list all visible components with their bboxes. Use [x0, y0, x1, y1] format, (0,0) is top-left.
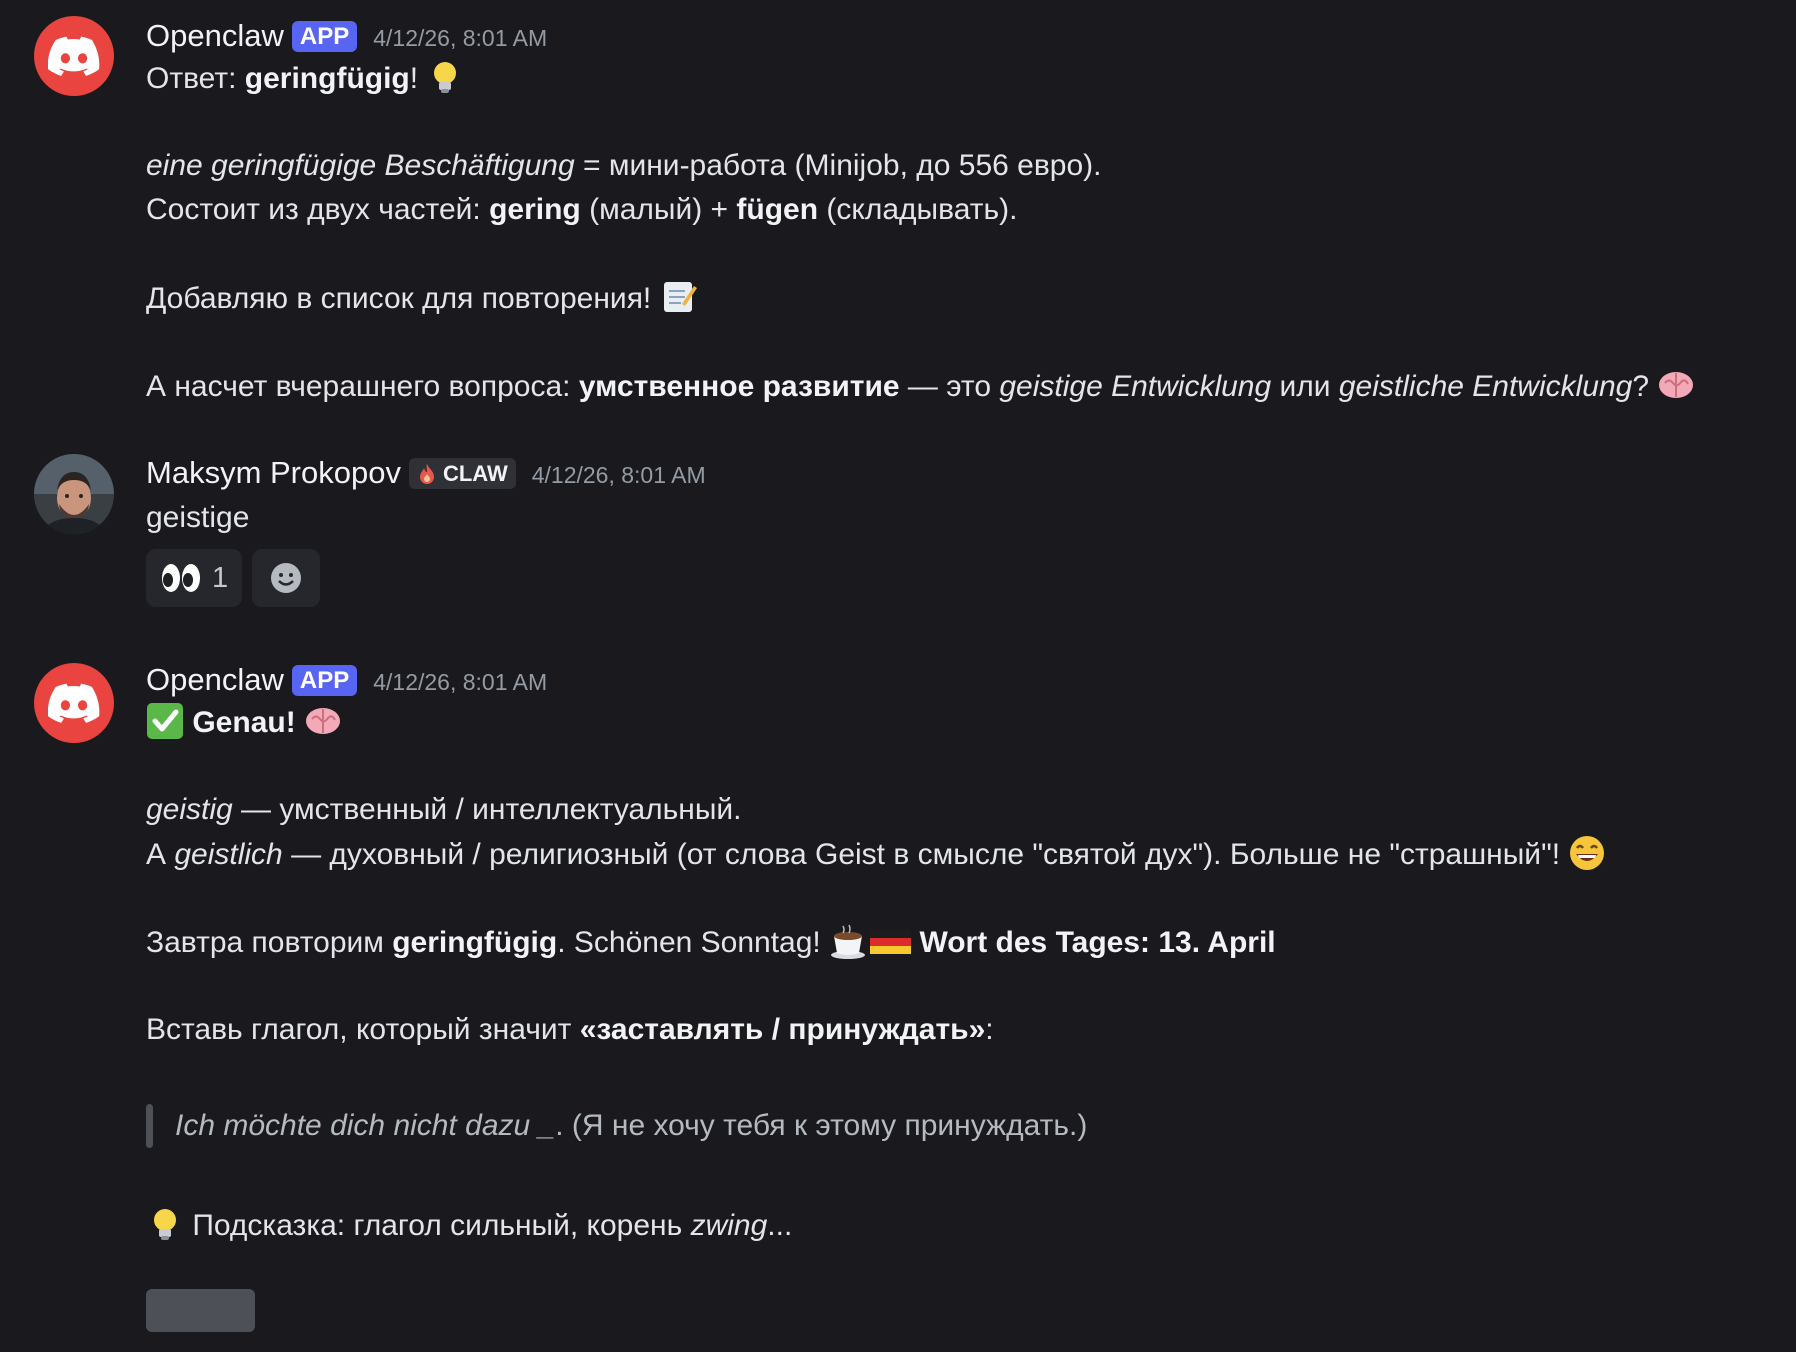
brain-icon	[306, 708, 341, 734]
username[interactable]: Openclaw	[146, 662, 284, 698]
bold-phrase: «заставлять / принуждать»	[579, 1013, 986, 1046]
app-badge: APP	[291, 20, 358, 52]
message-line: Состоит из двух частей: gering (малый) +…	[146, 190, 1017, 230]
message-line: А насчет вчерашнего вопроса: умственное …	[146, 366, 1695, 407]
text-segment: (складывать).	[818, 193, 1018, 226]
username[interactable]: Openclaw	[146, 18, 284, 54]
message-line: Подсказка: глагол сильный, корень zwing.…	[146, 1205, 792, 1246]
text-segment: (малый) +	[580, 193, 737, 226]
loading-button-placeholder[interactable]	[146, 1289, 255, 1332]
bold-phrase: Wort des Tages: 13. April	[919, 926, 1276, 959]
message-line: geistige	[146, 498, 249, 538]
memo-icon	[663, 282, 697, 312]
add-reaction-button[interactable]	[252, 549, 321, 607]
bold-word: Genau!	[192, 706, 296, 739]
bold-word: geringfügig	[244, 62, 410, 95]
discord-logo-icon	[48, 36, 100, 76]
timestamp[interactable]: 4/12/26, 8:01 AM	[373, 21, 547, 52]
text-segment: . (Я не хочу тебя к этому принуждать.)	[555, 1109, 1088, 1142]
text-segment: Завтра повторим	[146, 926, 393, 959]
brain-icon	[1659, 372, 1694, 398]
quote-bar	[146, 1104, 153, 1148]
italic-phrase: geistige Entwicklung	[999, 370, 1272, 403]
text-segment: !	[409, 62, 419, 95]
timestamp[interactable]: 4/12/26, 8:01 AM	[532, 458, 706, 489]
timestamp[interactable]: 4/12/26, 8:01 AM	[373, 665, 547, 696]
quote-text: Ich möchte dich nicht dazu _. (Я не хочу…	[175, 1109, 1087, 1143]
fire-claw-icon	[419, 463, 434, 484]
italic-word: geistlich	[174, 838, 283, 871]
smiley-plus-icon	[271, 563, 302, 593]
app-badge: APP	[291, 664, 358, 696]
grinning-face-icon	[1570, 836, 1605, 870]
bold-word: geringfügig	[392, 926, 558, 959]
bold-word: fügen	[736, 193, 819, 226]
message-header: Openclaw APP 4/12/26, 8:01 AM	[146, 660, 547, 700]
discord-logo-icon	[48, 683, 100, 723]
block-quote: Ich möchte dich nicht dazu _. (Я не хочу…	[146, 1104, 1087, 1148]
check-mark-icon	[147, 703, 183, 739]
bold-word: gering	[489, 193, 581, 226]
role-badge-label: CLAW	[442, 460, 508, 486]
chat-log: Openclaw APP 4/12/26, 8:01 AM Ответ: ger…	[0, 0, 1796, 1352]
italic-word: geistig	[146, 793, 233, 826]
reaction-count: 1	[212, 561, 229, 594]
text-segment: = мини-работа (Minijob, до 556 евро).	[574, 149, 1102, 182]
reaction-eyes[interactable]: 1	[146, 549, 243, 607]
username[interactable]: Maksym Prokopov	[146, 455, 401, 491]
germany-flag-icon	[870, 930, 912, 954]
text-segment: Состоит из двух частей:	[146, 193, 490, 226]
message-line: А geistlich — духовный / религиозный (от…	[146, 834, 1606, 875]
text-segment: А насчет вчерашнего вопроса:	[146, 370, 579, 403]
message-line: Завтра повторим geringfügig. Schönen Son…	[146, 922, 1276, 963]
text-segment: Добавляю в список для повторения!	[146, 282, 660, 315]
lightbulb-icon	[154, 1209, 176, 1240]
text-segment: — духовный / религиозный (от слова Geist…	[282, 838, 1569, 871]
text-segment: ...	[767, 1209, 793, 1242]
user-avatar[interactable]	[34, 454, 114, 534]
reactions-bar: 1	[146, 549, 321, 607]
italic-phrase: Ich möchte dich nicht dazu _	[175, 1109, 556, 1142]
text-segment: . Schönen Sonntag!	[557, 926, 830, 959]
italic-phrase: geistliche Entwicklung	[1338, 370, 1633, 403]
hot-beverage-icon	[831, 924, 866, 959]
italic-word: zwing	[690, 1209, 768, 1242]
message-line: Genau!	[146, 702, 342, 743]
message-text: geistige	[146, 501, 250, 534]
discord-avatar[interactable]	[34, 663, 114, 743]
eyes-icon	[162, 564, 200, 592]
text-segment: :	[985, 1013, 994, 1046]
text-segment: — умственный / интеллектуальный.	[232, 793, 742, 826]
message-header: Maksym Prokopov CLAW 4/12/26, 8:01 AM	[146, 453, 706, 493]
message-line: geistig — умственный / интеллектуальный.	[146, 790, 742, 830]
text-segment: Вставь глагол, который значит	[146, 1013, 580, 1046]
message-line: eine geringfügige Beschäftigung = мини-р…	[146, 146, 1102, 186]
text-segment: или	[1271, 370, 1339, 403]
bold-phrase: умственное развитие	[578, 370, 900, 403]
text-segment: Ответ:	[146, 62, 245, 95]
discord-avatar[interactable]	[34, 16, 114, 96]
message-header: Openclaw APP 4/12/26, 8:01 AM	[146, 16, 547, 56]
role-badge[interactable]: CLAW	[408, 457, 516, 489]
message-line: Ответ: geringfügig!	[146, 58, 464, 99]
text-segment: А	[146, 838, 175, 871]
text-segment: — это	[899, 370, 1000, 403]
text-segment: Подсказка: глагол сильный, корень	[184, 1209, 691, 1242]
lightbulb-icon	[434, 62, 457, 93]
italic-phrase: eine geringfügige Beschäftigung	[146, 149, 575, 182]
text-segment: ?	[1632, 370, 1658, 403]
message-line: Добавляю в список для повторения!	[146, 278, 698, 319]
user-photo-icon	[34, 454, 114, 534]
message-line: Вставь глагол, который значит «заставлят…	[146, 1010, 994, 1050]
